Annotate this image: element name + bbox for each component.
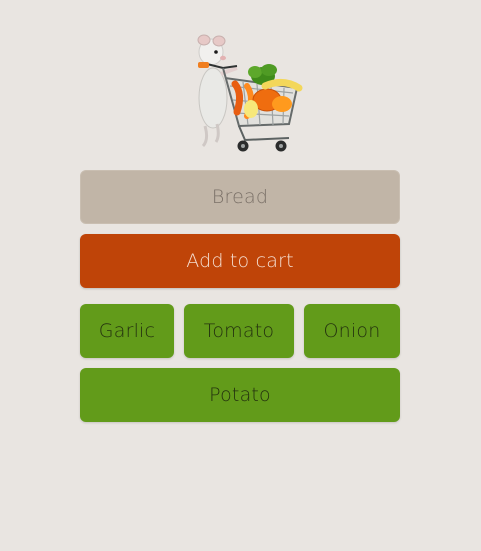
add-to-cart-button[interactable]: Add to cart (80, 234, 400, 288)
item-input[interactable]: Bread (80, 170, 400, 224)
suggestion-tomato-button[interactable]: Tomato (184, 304, 294, 358)
rat-shopping-cart-image (197, 34, 303, 152)
suggestion-potato-button[interactable]: Potato (80, 368, 400, 422)
grocery-app: Bread Add to cart Garlic Tomato Onion Po… (0, 0, 481, 551)
suggestion-onion-button[interactable]: Onion (304, 304, 400, 358)
suggestion-garlic-button[interactable]: Garlic (80, 304, 174, 358)
